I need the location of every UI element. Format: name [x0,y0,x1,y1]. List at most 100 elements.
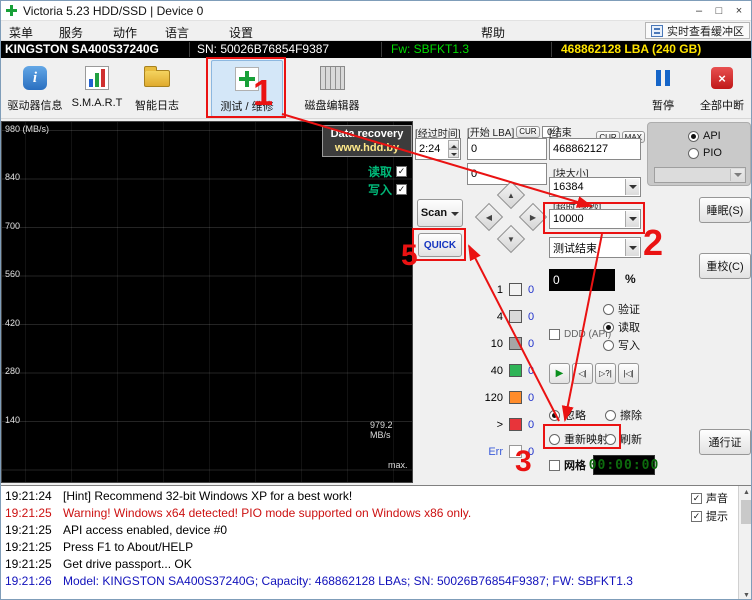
defect-remap-radio[interactable]: 重新映射 [549,431,608,447]
drive-info-button[interactable]: i 驱动器信息 [3,60,67,117]
drive-info-icon: i [23,66,47,90]
scroll-up-icon[interactable]: ▲ [739,486,751,499]
log-scrollbar[interactable]: ▲ ▼ [738,486,751,599]
spinner-arrows-icon[interactable] [448,140,459,158]
toolbar: i 驱动器信息 S.M.A.R.T 智能日志 测试 / 维修 磁盘编辑器 暂停 … [1,58,751,119]
quick-button[interactable]: QUICK [418,233,462,257]
pause-button[interactable]: 暂停 [637,60,689,117]
grid-checkbox[interactable]: 网格 [549,457,586,473]
folder-icon [144,65,170,87]
log-line: 19:21:25 Press F1 to About/HELP [5,540,194,554]
test-controls-panel: [经过时间] 2:24 [开始 LBA] CUR 0 0 0 [结束 LBA] … [413,121,658,483]
start-cur-button[interactable]: CUR [516,125,540,138]
red-x-icon: × [711,67,733,89]
abort-all-button[interactable]: × 全部中断 [693,60,751,117]
y-tick: 280 [5,366,21,376]
mode-verify-radio[interactable]: 验证 [603,301,640,317]
speed-marker-label: 979.2 MB/s [370,420,393,440]
menu-item-action[interactable]: 动作 [113,24,137,41]
nav-right-button[interactable]: ▶ [518,202,548,232]
nav-down-button[interactable]: ▼ [496,224,526,254]
seek-forward-button[interactable]: ▷?| [595,363,616,384]
device-capacity: 468862128 LBA (240 GB) [561,42,702,56]
device-info-bar: KINGSTON SA400S37240G SN: 50026B76854F93… [1,41,751,58]
after-scan-action-select[interactable]: 测试结束 [549,237,641,258]
maximize-button[interactable]: □ [709,2,729,19]
read-curve-checkbox[interactable] [396,166,407,177]
chevron-down-icon[interactable] [625,211,639,227]
y-tick: 700 [5,221,21,231]
pause-label: 暂停 [652,100,674,112]
menu-item-language[interactable]: 语言 [165,24,189,41]
passport-button[interactable]: 通行证 [699,429,751,455]
write-curve-checkbox[interactable] [396,184,407,195]
latency-row: 120 0 [484,391,535,404]
defect-ignore-radio[interactable]: 忽略 [549,407,586,423]
latency-color-swatch [509,391,522,404]
device-select-disabled [654,167,746,183]
radio-icon [549,433,560,445]
elapsed-time-spinner[interactable]: 2:24 [415,138,461,160]
defect-refresh-radio[interactable]: 刷新 [605,431,642,447]
radio-icon [605,433,616,445]
scroll-down-icon[interactable]: ▼ [739,589,751,599]
recalibrate-button[interactable]: 重校(C) [699,253,751,279]
disk-editor-button[interactable]: 磁盘编辑器 [299,60,365,117]
chevron-down-icon [730,169,744,181]
mode-read-radio[interactable]: 读取 [603,319,640,335]
ddd-api-checkbox[interactable]: DDD (API) [549,329,611,340]
api-radio[interactable]: API [688,130,721,142]
nav-up-button[interactable]: ▲ [496,180,526,210]
radio-icon [603,303,614,315]
nav-left-button[interactable]: ◀ [474,202,504,232]
menu-item-help[interactable]: 帮助 [481,24,505,41]
abort-all-label: 全部中断 [700,100,744,112]
checkbox-icon[interactable] [549,329,560,340]
log-line: 19:21:25 Warning! Windows x64 detected! P… [5,506,472,520]
close-button[interactable]: × [729,2,749,19]
device-serial: SN: 50026B76854F9387 [197,42,330,56]
minimize-button[interactable]: – [689,2,709,19]
chevron-down-icon[interactable] [625,179,639,195]
write-curve-toggle[interactable]: 写入 [368,181,407,198]
sleep-button[interactable]: 睡眠(S) [699,197,751,223]
arrow-left-icon: ◀ [485,212,493,222]
start-lba-field[interactable]: 0 [467,138,547,160]
sound-checkbox[interactable]: 声音 [691,490,728,506]
chevron-down-icon[interactable] [625,239,639,256]
read-curve-toggle[interactable]: 读取 [368,163,407,180]
log-panel: 19:21:24 [Hint] Recommend 32-bit Windows … [1,485,751,599]
pio-radio[interactable]: PIO [688,147,722,159]
latency-color-swatch [509,418,522,431]
green-cross-icon [235,67,259,91]
hdd-by-watermark: Data recovery www.hdd.by [322,125,412,157]
smart-logs-button[interactable]: 智能日志 [127,60,187,117]
smart-logs-label: 智能日志 [135,100,179,112]
step-back-button[interactable]: ◁| [572,363,593,384]
latency-color-swatch [509,337,522,350]
menu-item-settings[interactable]: 设置 [229,24,253,41]
timeout-select[interactable]: 10000 [549,209,641,229]
title-bar[interactable]: Victoria 5.23 HDD/SSD | Device 0 – □ × [1,1,751,21]
seek-end-button[interactable]: |◁| [618,363,639,384]
current-lba-field[interactable]: 0 [467,163,547,185]
hint-checkbox[interactable]: 提示 [691,508,728,524]
smart-button[interactable]: S.M.A.R.T [69,60,125,117]
latency-color-swatch [509,310,522,323]
device-model: KINGSTON SA400S37240G [5,42,159,56]
scan-menu-button[interactable]: Scan [417,199,463,227]
checkbox-icon[interactable] [549,459,560,471]
latency-row: 40 [496,310,535,323]
scrollbar-thumb[interactable] [741,500,751,524]
mode-write-radio[interactable]: 写入 [603,337,640,353]
start-lba-header: [开始 LBA] CUR 0 [467,124,558,139]
end-lba-field[interactable]: 468862127 [549,138,641,160]
percent-label: % [625,272,636,286]
block-size-select[interactable]: 16384 [549,177,641,197]
start-scan-button[interactable]: ▶ [549,363,570,384]
defect-erase-radio[interactable]: 擦除 [605,407,642,423]
buffer-view-toggle[interactable]: 实时查看缓冲区 [645,22,750,39]
menu-item-menu[interactable]: 菜单 [9,24,33,41]
menu-item-service[interactable]: 服务 [59,24,83,41]
test-repair-button[interactable]: 测试 / 维修 [211,60,283,117]
